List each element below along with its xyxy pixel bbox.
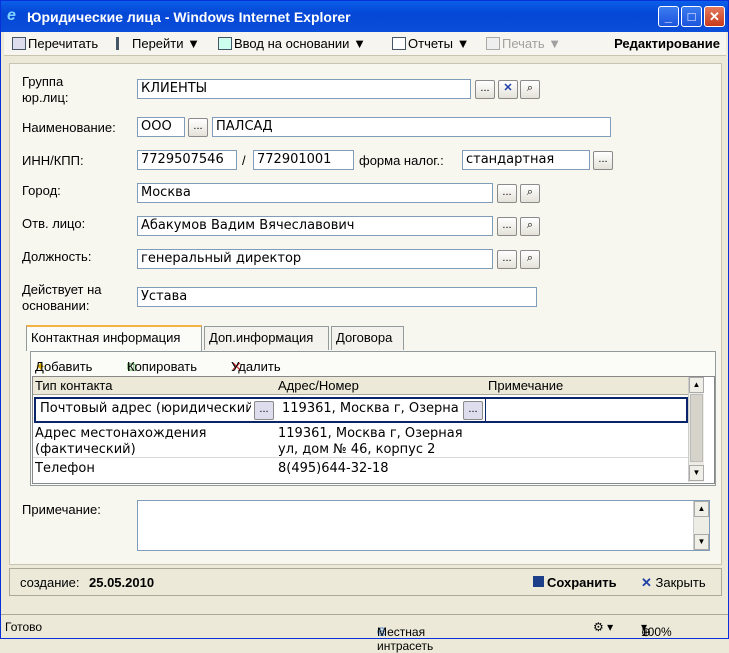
security-icon[interactable]: ⚙ ▾ — [593, 620, 613, 634]
person-input[interactable]: Абакумов Вадим Вячеславович — [137, 216, 493, 236]
reread-button[interactable]: Перечитать — [12, 36, 98, 51]
contacts-grid: Тип контакта Адрес/Номер Примечание Почт… — [32, 376, 715, 484]
search-icon[interactable]: ⌕ — [520, 80, 540, 99]
city-select-button[interactable]: ... — [497, 184, 517, 203]
chevron-down-icon: ▼ — [548, 36, 562, 51]
position-select-button[interactable]: ... — [497, 250, 517, 269]
form-panel: Группа юр.лиц: КЛИЕНТЫ ... ✕ ⌕ Наименова… — [9, 63, 722, 565]
ie-logo-icon: e — [7, 7, 16, 24]
tab-contact-info[interactable]: Контактная информация — [26, 325, 202, 351]
name-input[interactable]: ПАЛСАД — [212, 117, 611, 137]
close-button[interactable]: ✕ Закрыть — [641, 575, 706, 591]
column-header-address[interactable]: Адрес/Номер — [278, 378, 359, 393]
zoom-control[interactable]: ⊕ 100% ▾ — [641, 620, 672, 639]
print-button[interactable]: Печать ▼ — [486, 36, 561, 51]
group-input[interactable]: КЛИЕНТЫ — [137, 79, 471, 99]
position-input[interactable]: генеральный директор — [137, 249, 493, 269]
chevron-down-icon: ▼ — [456, 36, 470, 51]
name-form-input[interactable]: ООО — [137, 117, 185, 137]
close-icon: ✕ — [641, 575, 652, 590]
basis-input[interactable]: Устава — [137, 287, 537, 307]
record-footer: создание: 25.05.2010 Сохранить ✕ Закрыть — [9, 568, 722, 596]
search-icon[interactable]: ⌕ — [520, 184, 540, 203]
scroll-down-icon[interactable]: ▼ — [689, 465, 704, 481]
search-icon[interactable]: ⌕ — [520, 250, 540, 269]
address-cell: 8(495)644-32-18 — [278, 461, 389, 476]
city-input[interactable]: Москва — [137, 183, 493, 203]
address-select-button[interactable]: ... — [463, 401, 483, 420]
tab-contracts[interactable]: Договора — [331, 326, 404, 350]
browser-status-bar: Готово 🌐︎ Местная интрасеть ⚙ ▾ ⊕ 100% ▾ — [1, 614, 728, 653]
basis-label: Действует на основании: — [22, 282, 102, 313]
group-label: Группа юр.лиц: — [22, 74, 69, 105]
window-title: Юридические лица - Windows Internet Expl… — [27, 9, 351, 25]
goto-icon — [116, 37, 130, 50]
search-icon[interactable]: ⌕ — [520, 217, 540, 236]
close-window-button[interactable]: ✕ — [704, 6, 725, 27]
scroll-up-icon[interactable]: ▲ — [689, 377, 704, 393]
printer-icon — [486, 37, 500, 50]
name-form-select-button[interactable]: ... — [188, 118, 208, 137]
basis-input-button[interactable]: Ввод на основании ▼ — [218, 36, 366, 51]
inn-kpp-label: ИНН/КПП: — [22, 153, 84, 168]
grid-header: Тип контакта Адрес/Номер Примечание — [33, 377, 688, 395]
address-cell: 119361, Москва г, Озерная ул, дом № 46, … — [278, 426, 463, 457]
person-select-button[interactable]: ... — [497, 217, 517, 236]
document-icon — [218, 37, 232, 50]
clear-icon[interactable]: ✕ — [498, 80, 518, 99]
column-header-note[interactable]: Примечание — [488, 378, 563, 393]
city-label: Город: — [22, 183, 61, 198]
command-toolbar: Перечитать Перейти ▼ Ввод на основании ▼… — [4, 32, 726, 56]
report-icon — [392, 37, 406, 50]
tab-extra-info[interactable]: Доп.информация — [204, 326, 329, 350]
position-label: Должность: — [22, 249, 92, 264]
contact-type-cell: Адрес местонахождения (фактический) — [35, 426, 207, 457]
minimize-button[interactable]: _ — [658, 6, 679, 27]
address-cell[interactable]: 119361, Москва г, Озерна — [279, 400, 462, 420]
title-bar: e Юридические лица - Windows Internet Ex… — [1, 1, 728, 32]
chevron-down-icon: ▼ — [187, 36, 201, 51]
table-row-selected[interactable]: Почтовый адрес (юридический ... 119361, … — [34, 397, 688, 423]
note-label: Примечание: — [22, 502, 101, 517]
tax-form-label: форма налог.: — [359, 153, 444, 168]
table-row[interactable]: Адрес местонахождения (фактический) 1193… — [33, 424, 688, 458]
grid-scrollbar[interactable]: ▲ ▼ — [688, 377, 704, 482]
contact-type-cell[interactable]: Почтовый адрес (юридический — [37, 400, 251, 420]
kpp-input[interactable]: 772901001 — [253, 150, 354, 170]
note-textarea[interactable] — [137, 500, 710, 551]
name-label: Наименование: — [22, 120, 116, 135]
column-header-type[interactable]: Тип контакта — [35, 378, 112, 393]
note-scrollbar[interactable]: ▲ ▼ — [693, 501, 709, 550]
group-select-button[interactable]: ... — [475, 80, 495, 99]
contact-type-cell: Телефон — [35, 461, 95, 476]
maximize-button[interactable]: □ — [681, 6, 702, 27]
save-button[interactable]: Сохранить — [533, 575, 617, 590]
inn-kpp-separator: / — [242, 153, 246, 168]
goto-button[interactable]: Перейти ▼ — [116, 36, 200, 51]
chevron-down-icon: ▼ — [353, 36, 366, 51]
scroll-down-icon[interactable]: ▼ — [694, 534, 709, 550]
contact-type-select-button[interactable]: ... — [254, 401, 274, 420]
person-label: Отв. лицо: — [22, 216, 86, 231]
scroll-thumb[interactable] — [690, 394, 703, 462]
scroll-up-icon[interactable]: ▲ — [694, 501, 709, 517]
browser-window: e Юридические лица - Windows Internet Ex… — [0, 0, 729, 653]
tax-form-input[interactable]: стандартная — [462, 150, 590, 170]
inn-input[interactable]: 7729507546 — [137, 150, 237, 170]
grid-toolbar: ✦ Добавить ⧉ Копировать ✕ Удалить — [35, 359, 281, 374]
status-text: Готово — [5, 620, 43, 634]
tax-form-select-button[interactable]: ... — [593, 151, 613, 170]
edit-mode-label: Редактирование — [614, 36, 720, 51]
table-row[interactable]: Телефон 8(495)644-32-18 — [33, 459, 688, 479]
save-icon — [533, 576, 544, 587]
created-date: 25.05.2010 — [89, 575, 155, 590]
created-label: создание: — [20, 575, 80, 590]
reports-button[interactable]: Отчеты ▼ — [392, 36, 469, 51]
refresh-icon — [12, 37, 26, 50]
contact-tab-panel: ✦ Добавить ⧉ Копировать ✕ Удалить Тип конта… — [30, 351, 716, 486]
